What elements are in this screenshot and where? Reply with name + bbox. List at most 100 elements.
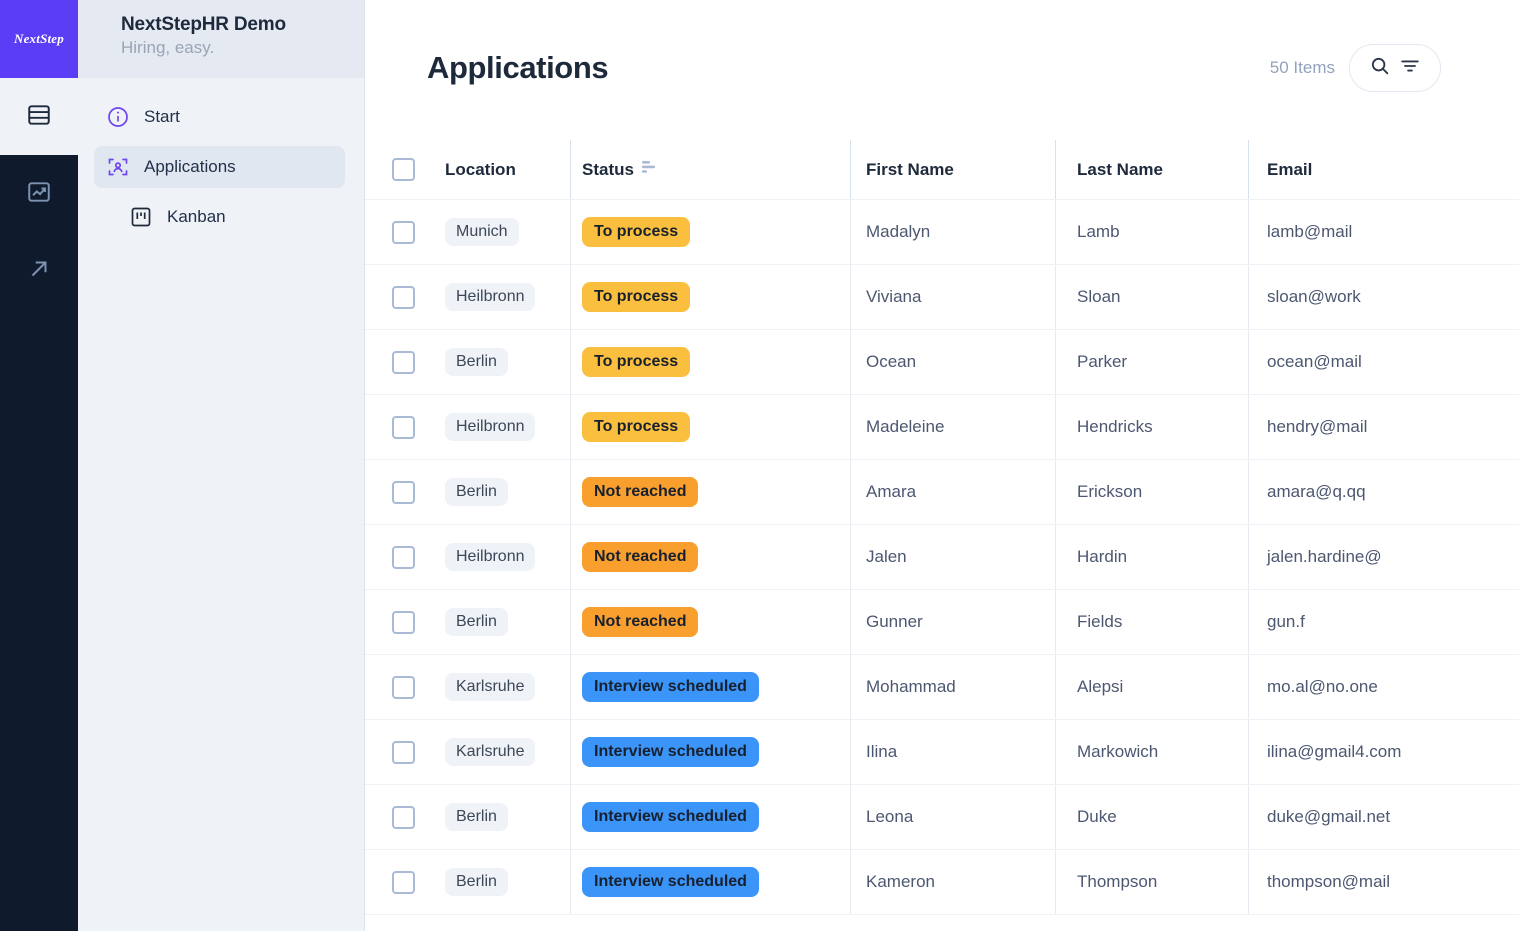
row-select-cell — [365, 480, 427, 504]
page-header: Applications 50 Items — [365, 0, 1519, 92]
last-name-text: Duke — [1077, 807, 1117, 826]
email-text: ilina@gmail4.com — [1267, 742, 1402, 761]
row-checkbox[interactable] — [392, 675, 415, 699]
icon-rail: NextStep — [0, 0, 78, 931]
row-checkbox[interactable] — [392, 545, 415, 569]
status-badge: Interview scheduled — [582, 802, 759, 832]
table-body: Munich To process Madalyn Lamb lamb@mail Heil… — [365, 200, 1519, 915]
app-root: NextStep NextStepHR Demo Hiring, easy. S… — [0, 0, 1519, 931]
table-row[interactable]: Berlin Interview scheduled Leona Duke duke@g… — [365, 785, 1519, 850]
filter-icon[interactable] — [1399, 55, 1421, 82]
column-header-first-name[interactable]: First Name — [850, 140, 1055, 199]
sidebar-item-applications[interactable]: Applications — [94, 146, 345, 188]
location-badge: Berlin — [445, 608, 508, 636]
first-name-text: Jalen — [866, 547, 907, 566]
cell-last-name: Hendricks — [1055, 395, 1248, 459]
location-badge: Munich — [445, 218, 519, 246]
rail-button-table-view[interactable] — [0, 87, 78, 147]
rail-button-analytics[interactable] — [0, 164, 78, 224]
row-select-cell — [365, 220, 427, 244]
brand-logo[interactable]: NextStep — [0, 0, 78, 78]
first-name-text: Madalyn — [866, 222, 931, 241]
cell-status: Interview scheduled — [570, 720, 850, 784]
workspace-subtitle: Hiring, easy. — [121, 38, 215, 57]
row-select-cell — [365, 675, 427, 699]
status-badge: Interview scheduled — [582, 867, 759, 897]
row-checkbox[interactable] — [392, 740, 415, 764]
sidebar-item-kanban[interactable]: Kanban — [94, 196, 345, 238]
row-checkbox[interactable] — [392, 415, 415, 439]
cell-location: Heilbronn — [427, 413, 570, 441]
cell-email: sloan@work — [1248, 265, 1406, 329]
first-name-text: Ocean — [866, 352, 917, 371]
column-header-email[interactable]: Email — [1248, 140, 1406, 199]
location-badge: Berlin — [445, 348, 508, 376]
cell-last-name: Sloan — [1055, 265, 1248, 329]
search-icon[interactable] — [1369, 55, 1391, 82]
last-name-text: Parker — [1077, 352, 1128, 371]
first-name-text: Mohammad — [866, 677, 956, 696]
brand-logo-text: NextStep — [14, 31, 64, 46]
email-text: lamb@mail — [1267, 222, 1353, 241]
table-row[interactable]: Berlin Not reached Amara Erickson amara@q.qq — [365, 460, 1519, 525]
cell-location: Munich — [427, 218, 570, 246]
sidebar-nav: Start Applications Kanban — [78, 78, 364, 238]
cell-last-name: Lamb — [1055, 200, 1248, 264]
cell-location: Heilbronn — [427, 283, 570, 311]
select-all-checkbox[interactable] — [392, 158, 415, 181]
cell-first-name: Amara — [850, 460, 1055, 524]
row-checkbox[interactable] — [392, 220, 415, 244]
column-header-status[interactable]: Status — [570, 140, 850, 199]
row-select-cell — [365, 610, 427, 634]
table-header-row: Location Status First Name Last Name Ema… — [365, 140, 1519, 200]
header-actions: 50 Items — [1270, 44, 1441, 92]
table-row[interactable]: Berlin To process Ocean Parker ocean@mail — [365, 330, 1519, 395]
table-row[interactable]: Karlsruhe Interview scheduled Mohammad Alep… — [365, 655, 1519, 720]
cell-last-name: Hardin — [1055, 525, 1248, 589]
status-badge: To process — [582, 347, 691, 377]
row-checkbox[interactable] — [392, 805, 415, 829]
table-row[interactable]: Heilbronn To process Viviana Sloan sloan@wor… — [365, 265, 1519, 330]
status-badge: Not reached — [582, 477, 699, 507]
row-checkbox[interactable] — [392, 285, 415, 309]
cell-location: Berlin — [427, 348, 570, 376]
first-name-text: Viviana — [866, 287, 922, 306]
cell-status: Not reached — [570, 525, 850, 589]
table-view-icon — [26, 102, 52, 133]
cell-first-name: Mohammad — [850, 655, 1055, 719]
email-text: ocean@mail — [1267, 352, 1362, 371]
row-checkbox[interactable] — [392, 870, 415, 894]
table-row[interactable]: Heilbronn To process Madeleine Hendricks hen… — [365, 395, 1519, 460]
column-header-location[interactable]: Location — [427, 160, 570, 180]
search-filter-pill[interactable] — [1349, 44, 1441, 92]
table-row[interactable]: Karlsruhe Interview scheduled Ilina Markowi… — [365, 720, 1519, 785]
last-name-text: Sloan — [1077, 287, 1121, 306]
external-link-icon — [26, 256, 52, 287]
page-title: Applications — [427, 50, 609, 85]
location-badge: Heilbronn — [445, 413, 536, 441]
column-label: First Name — [866, 159, 954, 179]
table-row[interactable]: Berlin Not reached Gunner Fields gun.f — [365, 590, 1519, 655]
first-name-text: Amara — [866, 482, 917, 501]
sidebar-item-label: Start — [144, 107, 180, 126]
rail-button-external-link[interactable] — [0, 241, 78, 301]
column-header-last-name[interactable]: Last Name — [1055, 140, 1248, 199]
location-badge: Heilbronn — [445, 543, 536, 571]
table-row[interactable]: Munich To process Madalyn Lamb lamb@mail — [365, 200, 1519, 265]
cell-last-name: Markowich — [1055, 720, 1248, 784]
column-label: Email — [1267, 159, 1313, 179]
row-checkbox[interactable] — [392, 480, 415, 504]
workspace-title: NextStepHR Demo — [121, 14, 286, 35]
sidebar-item-start[interactable]: Start — [94, 96, 345, 138]
sort-indicator-icon[interactable] — [641, 160, 658, 179]
row-checkbox[interactable] — [392, 610, 415, 634]
table-row[interactable]: Berlin Interview scheduled Kameron Thompson… — [365, 850, 1519, 915]
cell-last-name: Alepsi — [1055, 655, 1248, 719]
cell-first-name: Ilina — [850, 720, 1055, 784]
cell-location: Berlin — [427, 803, 570, 831]
last-name-text: Thompson — [1077, 872, 1158, 891]
cell-email: ocean@mail — [1248, 330, 1406, 394]
location-badge: Karlsruhe — [445, 673, 536, 701]
row-checkbox[interactable] — [392, 350, 415, 374]
table-row[interactable]: Heilbronn Not reached Jalen Hardin jalen.har… — [365, 525, 1519, 590]
